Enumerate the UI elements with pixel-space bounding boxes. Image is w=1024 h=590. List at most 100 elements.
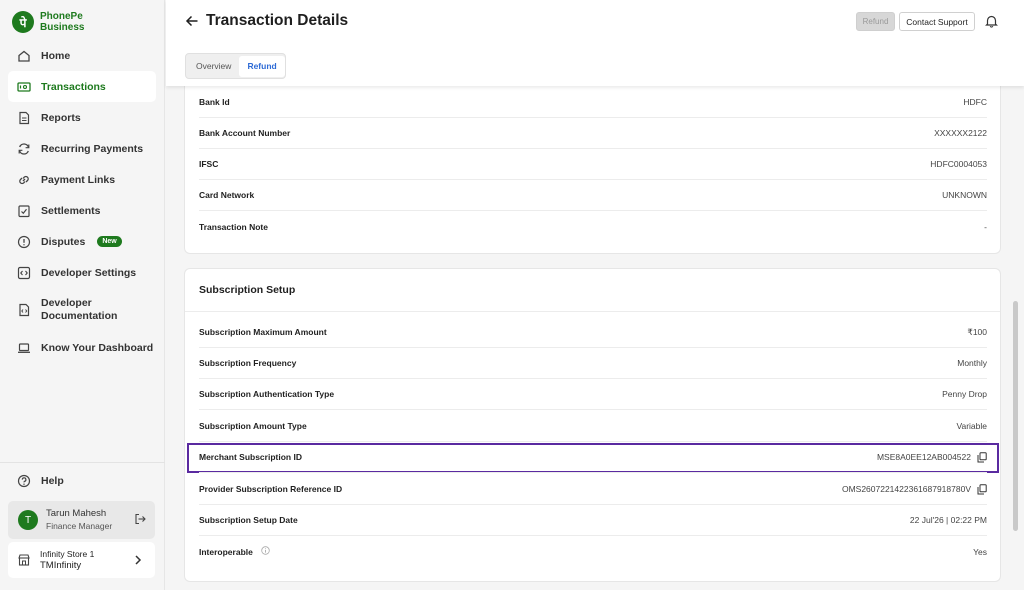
row-value: Variable xyxy=(956,421,987,431)
page-title: Transaction Details xyxy=(206,12,349,29)
sidebar-item-label: Payment Links xyxy=(41,173,116,186)
tab-overview[interactable]: Overview xyxy=(188,56,239,77)
row-value: OMS2607221422361687918780V xyxy=(841,484,971,494)
user-card[interactable]: T Tarun Mahesh Finance Manager xyxy=(8,501,155,539)
info-icon[interactable] xyxy=(261,546,270,555)
main-content: Bank Id HDFC Bank Account Number XXXXXX2… xyxy=(166,86,1018,590)
refresh-icon xyxy=(18,142,30,155)
sidebar-item-know-your-dashboard[interactable]: Know Your Dashboard xyxy=(8,332,156,363)
row-value: 22 Jul'26 | 02:22 PM xyxy=(909,515,987,525)
refund-button[interactable]: Refund xyxy=(856,12,895,31)
detail-row: Interoperable Yes xyxy=(199,536,987,567)
tab-refund[interactable]: Refund xyxy=(239,55,285,77)
row-label: Merchant Subscription ID xyxy=(199,452,302,462)
row-label: Subscription Setup Date xyxy=(199,515,298,525)
sidebar-item-developer-settings[interactable]: Developer Settings xyxy=(8,257,156,288)
row-label: Subscription Frequency xyxy=(199,358,297,368)
row-label: Provider Subscription Reference ID xyxy=(199,484,343,494)
sidebar-item-settlements[interactable]: Settlements xyxy=(8,195,156,226)
transactions-icon xyxy=(17,81,31,92)
sidebar-item-label: Home xyxy=(41,49,71,62)
detail-row: Subscription Amount Type Variable xyxy=(199,411,987,442)
row-value: HDFC0004053 xyxy=(930,159,987,169)
subscription-setup-card: Subscription Setup Subscription Maximum … xyxy=(184,268,1001,582)
detail-row: Subscription Authentication Type Penny D… xyxy=(199,379,987,410)
detail-row: Subscription Maximum Amount ₹100 xyxy=(199,317,987,348)
user-name: Tarun Mahesh xyxy=(46,508,107,519)
sidebar-item-transactions[interactable]: Transactions xyxy=(8,71,156,102)
store-id: TMInfinity xyxy=(40,560,82,571)
help-icon xyxy=(17,474,31,488)
sidebar-item-label: Developer Settings xyxy=(41,266,137,279)
detail-row: Bank Id HDFC xyxy=(199,87,987,118)
row-label: Transaction Note xyxy=(199,221,268,232)
detail-row: Bank Account Number XXXXXX2122 xyxy=(199,118,987,149)
sidebar-item-label: Transactions xyxy=(41,80,106,93)
row-value: Yes xyxy=(973,546,987,557)
row-value: UNKNOWN xyxy=(942,190,987,200)
row-value: MSE8A0EE12AB004522 xyxy=(876,452,971,462)
copy-icon[interactable] xyxy=(977,451,987,463)
page-header: Transaction Details Refund Contact Suppo… xyxy=(166,0,1024,86)
detail-row: IFSC HDFC0004053 xyxy=(199,149,987,180)
row-label: IFSC xyxy=(199,159,219,169)
section-title: Subscription Setup xyxy=(199,284,296,296)
store-selector[interactable]: Infinity Store 1 TMInfinity xyxy=(8,542,155,578)
logout-icon[interactable] xyxy=(134,513,146,525)
user-role: Finance Manager xyxy=(46,521,113,531)
row-value: Monthly xyxy=(957,358,987,368)
sidebar-item-payment-links[interactable]: Payment Links xyxy=(8,164,156,195)
row-label: Subscription Authentication Type xyxy=(199,389,335,399)
code-doc-icon xyxy=(19,303,30,317)
avatar: T xyxy=(18,510,38,530)
help-label: Help xyxy=(41,475,64,487)
sidebar-item-label: Developer Documentation xyxy=(41,297,118,322)
brand-line1: PhonePe xyxy=(40,11,83,22)
sidebar-item-help[interactable]: Help xyxy=(0,463,165,499)
new-badge: New xyxy=(97,236,122,247)
document-icon xyxy=(19,111,30,124)
row-label: Subscription Amount Type xyxy=(199,421,307,431)
row-label: Subscription Maximum Amount xyxy=(199,327,327,337)
row-value: ₹100 xyxy=(967,326,987,337)
detail-row: Transaction Note - xyxy=(199,211,987,242)
sidebar-item-label: Recurring Payments xyxy=(41,142,144,155)
contact-support-button[interactable]: Contact Support xyxy=(899,12,975,31)
sidebar-item-home[interactable]: Home xyxy=(8,40,156,71)
row-label: Bank Id xyxy=(199,97,230,107)
phonepe-logo-icon: पे xyxy=(12,11,34,33)
sidebar-item-developer-documentation[interactable]: Developer Documentation xyxy=(8,288,156,332)
brand-line2: Business xyxy=(40,22,85,33)
bell-icon[interactable] xyxy=(985,14,998,28)
store-icon xyxy=(18,554,30,566)
scrollbar[interactable] xyxy=(1013,301,1018,531)
detail-row: Subscription Setup Date 22 Jul'26 | 02:2… xyxy=(199,505,987,536)
sidebar-item-label: Settlements xyxy=(41,204,101,217)
alert-icon xyxy=(17,235,31,248)
detail-row: Card Network UNKNOWN xyxy=(199,180,987,211)
sidebar: पे PhonePe Business Home Transactions Re… xyxy=(0,0,165,590)
divider xyxy=(185,311,1000,312)
row-label: Bank Account Number xyxy=(199,128,291,138)
row-label: Interoperable xyxy=(199,547,253,557)
row-value: HDFC xyxy=(963,97,987,107)
row-value: - xyxy=(984,221,987,232)
home-icon xyxy=(18,50,30,62)
sidebar-item-reports[interactable]: Reports xyxy=(8,102,156,133)
detail-tabs: Overview Refund xyxy=(185,53,286,79)
sidebar-nav: Home Transactions Reports Recurring Paym… xyxy=(8,40,156,363)
brand-logo[interactable]: पे PhonePe Business xyxy=(12,11,84,33)
checklist-icon xyxy=(18,204,30,217)
sidebar-item-recurring-payments[interactable]: Recurring Payments xyxy=(8,133,156,164)
copy-icon[interactable] xyxy=(977,483,987,495)
store-name: Infinity Store 1 xyxy=(40,549,95,559)
laptop-icon xyxy=(18,342,30,353)
code-icon xyxy=(17,266,31,279)
sidebar-item-label: Disputes xyxy=(41,235,86,248)
back-arrow-icon[interactable] xyxy=(185,14,199,28)
row-value: XXXXXX2122 xyxy=(934,128,987,138)
link-icon xyxy=(19,175,29,184)
sidebar-item-disputes[interactable]: Disputes New xyxy=(8,226,156,257)
detail-row: Subscription Frequency Monthly xyxy=(199,348,987,379)
row-label: Card Network xyxy=(199,190,255,200)
